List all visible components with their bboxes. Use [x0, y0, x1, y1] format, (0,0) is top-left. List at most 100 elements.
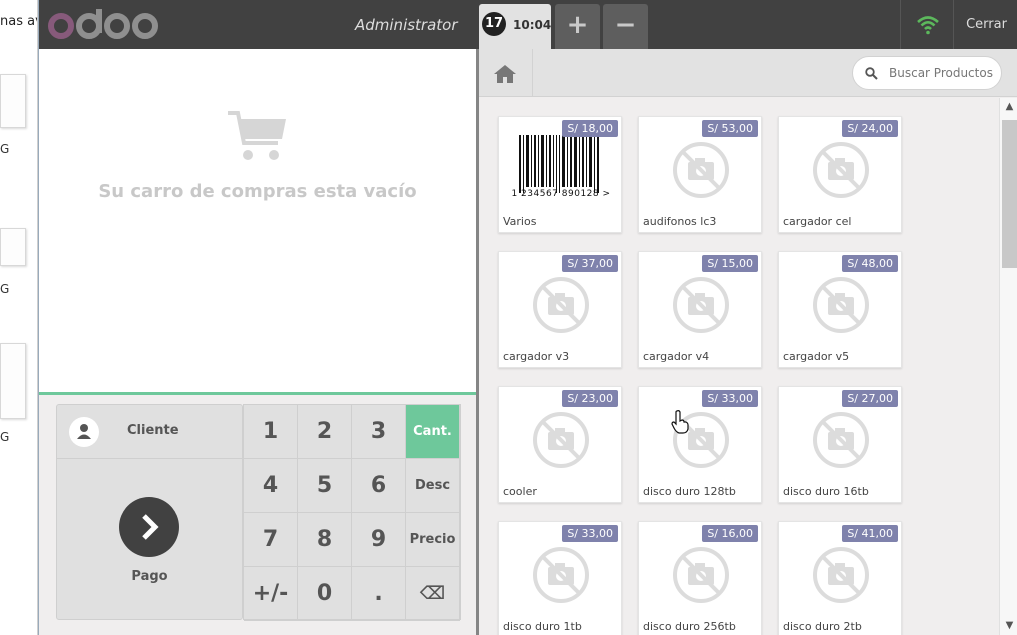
product-price: S/ 41,00 — [842, 525, 898, 542]
numpad-key-6[interactable]: 6 — [352, 459, 406, 513]
product-name: cargador v5 — [783, 350, 850, 363]
scroll-up-icon[interactable]: ▲ — [1000, 98, 1017, 116]
product-card[interactable]: S/ 23,00 cooler — [498, 386, 622, 503]
product-card[interactable]: S/ 53,00 audifonos lc3 — [638, 116, 762, 233]
product-name: disco duro 128tb — [643, 485, 736, 498]
product-price: S/ 15,00 — [702, 255, 758, 272]
product-card[interactable]: S/ 15,00 cargador v4 — [638, 251, 762, 368]
empty-cart: Su carro de compras esta vacío — [39, 109, 476, 202]
product-price: S/ 24,00 — [842, 120, 898, 137]
product-name: audifonos lc3 — [643, 215, 717, 228]
pos-window: Administrator 17 10:04 + − Cerrar Su car… — [38, 0, 1017, 635]
control-panel: Cliente Pago 1 2 3 Cant. 4 5 6 Desc 7 8 … — [39, 392, 476, 635]
numpad: 1 2 3 Cant. 4 5 6 Desc 7 8 9 Precio +/- … — [243, 404, 461, 621]
no-image-icon — [533, 277, 589, 333]
background-thumbnail — [0, 74, 26, 128]
numpad-key-8[interactable]: 8 — [298, 513, 352, 567]
product-card[interactable]: S/ 37,00 cargador v3 — [498, 251, 622, 368]
numpad-key-7[interactable]: 7 — [244, 513, 298, 567]
product-card[interactable]: S/ 48,00 cargador v5 — [778, 251, 902, 368]
product-name: Varios — [503, 215, 537, 228]
hand-cursor-icon — [671, 410, 689, 434]
product-price: S/ 33,00 — [562, 525, 618, 542]
barcode-number: 1 234567 890128 > — [511, 189, 611, 199]
product-price: S/ 53,00 — [702, 120, 758, 137]
product-card[interactable]: S/ 33,00 disco duro 1tb — [498, 521, 622, 635]
background-thumbnail — [0, 228, 26, 266]
numpad-key-0[interactable]: 0 — [298, 567, 352, 621]
close-button[interactable]: Cerrar — [955, 0, 1017, 49]
no-image-icon — [673, 142, 729, 198]
no-image-icon — [813, 412, 869, 468]
numpad-key-5[interactable]: 5 — [298, 459, 352, 513]
numpad-key-4[interactable]: 4 — [244, 459, 298, 513]
numpad-backspace[interactable]: ⌫ — [406, 567, 460, 621]
odoo-logo — [48, 9, 158, 39]
scroll-down-icon[interactable]: ▼ — [1000, 617, 1017, 635]
no-image-icon — [673, 547, 729, 603]
search-box[interactable] — [852, 56, 1002, 90]
numpad-key-plus-minus[interactable]: +/- — [244, 567, 298, 621]
category-bar — [479, 49, 1017, 97]
product-price: S/ 18,00 — [562, 120, 618, 137]
no-image-icon — [673, 277, 729, 333]
shopping-cart-icon — [227, 111, 286, 160]
top-bar: Administrator 17 10:04 + − Cerrar — [39, 0, 1017, 49]
numpad-mode-price[interactable]: Precio — [406, 513, 460, 567]
product-list: 1 234567 890128 > S/ 18,00 Varios S/ 53,… — [479, 98, 999, 635]
home-category-button[interactable] — [479, 49, 533, 97]
no-image-icon — [813, 142, 869, 198]
background-text: nas av — [0, 14, 37, 29]
product-card[interactable]: S/ 33,00 disco duro 128tb — [638, 386, 762, 503]
search-icon — [865, 67, 878, 80]
payment-button[interactable]: Pago — [57, 460, 242, 619]
customer-label: Cliente — [127, 423, 179, 438]
numpad-mode-discount[interactable]: Desc — [406, 459, 460, 513]
no-image-icon — [533, 547, 589, 603]
product-price: S/ 27,00 — [842, 390, 898, 407]
numpad-key-9[interactable]: 9 — [352, 513, 406, 567]
background-thumbnail — [0, 343, 26, 419]
product-name: cargador v4 — [643, 350, 710, 363]
product-price: S/ 48,00 — [842, 255, 898, 272]
new-order-button[interactable]: + — [555, 4, 600, 49]
order-time: 10:04 — [513, 18, 552, 32]
product-price: S/ 16,00 — [702, 525, 758, 542]
pay-circle — [119, 497, 179, 557]
customer-button[interactable]: Cliente — [57, 405, 242, 459]
product-name: cooler — [503, 485, 537, 498]
wifi-icon — [917, 16, 939, 35]
background-window: nas av G G G — [0, 0, 38, 635]
numpad-key-1[interactable]: 1 — [244, 405, 298, 459]
search-input[interactable] — [889, 57, 999, 89]
background-label: G — [0, 142, 10, 156]
numpad-mode-quantity[interactable]: Cant. — [406, 405, 460, 459]
empty-cart-message: Su carro de compras esta vacío — [98, 181, 417, 202]
no-image-icon — [533, 412, 589, 468]
order-tab[interactable]: 17 10:04 — [479, 4, 551, 49]
chevron-right-icon — [142, 514, 159, 540]
numpad-key-3[interactable]: 3 — [352, 405, 406, 459]
connection-status[interactable] — [900, 0, 954, 49]
numpad-key-2[interactable]: 2 — [298, 405, 352, 459]
avatar — [69, 417, 99, 447]
numpad-key-decimal[interactable]: . — [352, 567, 406, 621]
action-pad: Cliente Pago — [56, 404, 243, 620]
payment-label: Pago — [131, 569, 168, 584]
no-image-icon — [813, 547, 869, 603]
product-scrollbar[interactable]: ▲ ▼ — [999, 98, 1017, 635]
product-price: S/ 37,00 — [562, 255, 618, 272]
user-icon — [77, 424, 91, 439]
product-card[interactable]: S/ 27,00 disco duro 16tb — [778, 386, 902, 503]
product-name: disco duro 2tb — [783, 620, 862, 633]
product-card[interactable]: S/ 16,00 disco duro 256tb — [638, 521, 762, 635]
product-card[interactable]: S/ 41,00 disco duro 2tb — [778, 521, 902, 635]
product-card[interactable]: S/ 24,00 cargador cel — [778, 116, 902, 233]
product-price: S/ 23,00 — [562, 390, 618, 407]
scrollbar-thumb[interactable] — [1002, 120, 1017, 268]
product-name: cargador cel — [783, 215, 852, 228]
product-card[interactable]: 1 234567 890128 > S/ 18,00 Varios — [498, 116, 622, 233]
delete-order-button[interactable]: − — [603, 4, 648, 49]
user-name: Administrator — [355, 16, 458, 34]
product-name: cargador v3 — [503, 350, 570, 363]
